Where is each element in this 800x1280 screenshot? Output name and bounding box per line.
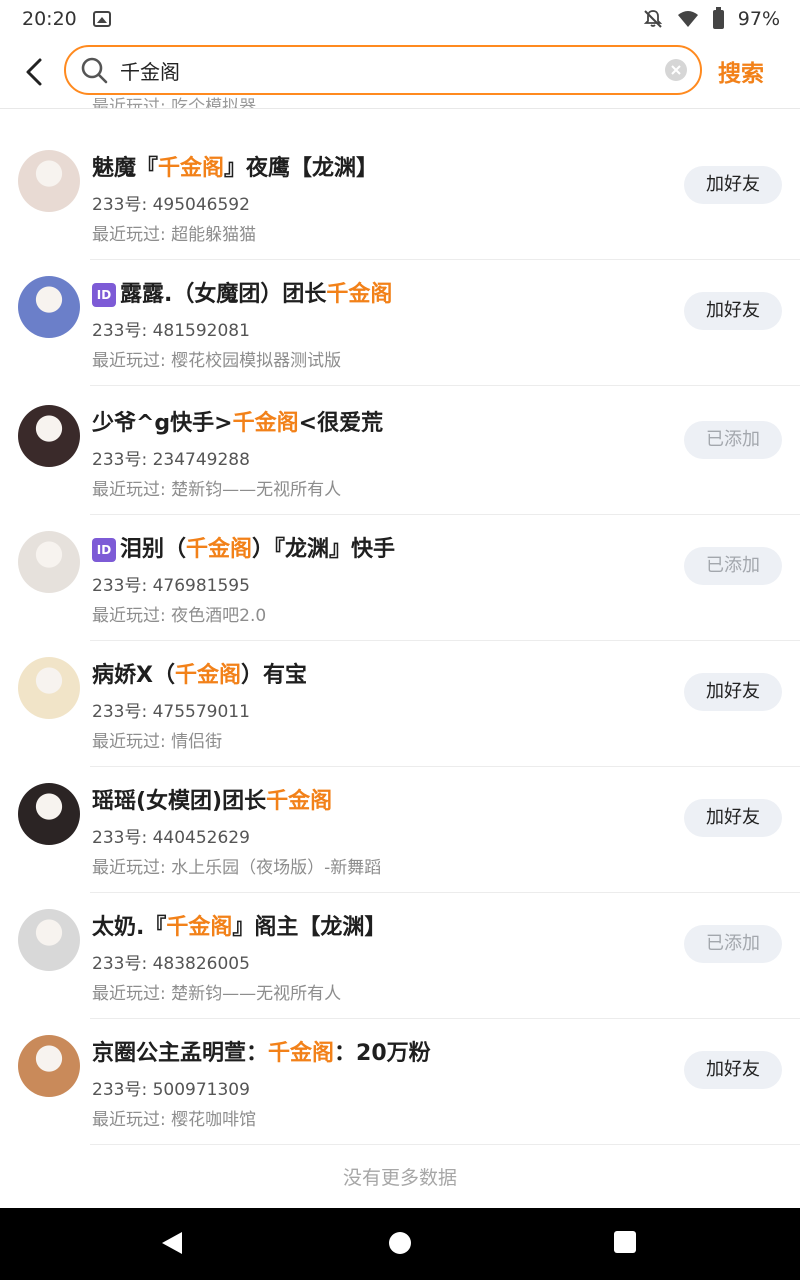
added-status-button[interactable]: 已添加 bbox=[684, 421, 782, 459]
recently-played: 最近玩过: 樱花校园模拟器测试版 bbox=[92, 351, 342, 371]
battery-level: 97% bbox=[737, 8, 780, 30]
id-badge-icon: ID bbox=[92, 538, 116, 562]
search-button[interactable]: 搜索 bbox=[718, 54, 764, 88]
search-icon bbox=[81, 57, 108, 84]
back-arrow-icon[interactable] bbox=[20, 54, 52, 90]
search-query[interactable]: 千金阁 bbox=[120, 56, 664, 85]
user-name: 魅魔『千金阁』夜鹰【龙渊】 bbox=[92, 150, 378, 182]
user-id: 233号: 495046592 bbox=[92, 195, 250, 215]
add-friend-button[interactable]: 加好友 bbox=[684, 673, 782, 711]
user-name-highlight: 千金阁 bbox=[326, 282, 393, 307]
user-name-prefix: 少爷^g快手> bbox=[92, 411, 233, 436]
avatar[interactable] bbox=[18, 276, 80, 338]
add-friend-button[interactable]: 加好友 bbox=[684, 292, 782, 330]
nav-home-icon[interactable] bbox=[389, 1232, 411, 1254]
avatar[interactable] bbox=[18, 405, 80, 467]
user-name: 瑶瑶(女模团)团长千金阁 bbox=[92, 783, 332, 815]
user-result-row[interactable]: 病娇X（千金阁）有宝 233号: 475579011 最近玩过: 情侣街 加好友 bbox=[0, 641, 800, 767]
user-name-suffix: ）有宝 bbox=[240, 663, 307, 688]
user-name: ID 泪别（千金阁）『龙渊』快手 bbox=[92, 531, 395, 563]
user-name-highlight: 千金阁 bbox=[174, 663, 241, 688]
header-divider bbox=[0, 108, 800, 109]
user-name-highlight: 千金阁 bbox=[268, 1041, 335, 1066]
user-name-prefix: 泪别（ bbox=[120, 537, 187, 562]
recently-played: 最近玩过: 楚新钧——无视所有人 bbox=[92, 480, 342, 500]
user-id: 233号: 476981595 bbox=[92, 576, 250, 596]
avatar[interactable] bbox=[18, 150, 80, 212]
user-id: 233号: 481592081 bbox=[92, 321, 250, 341]
clear-icon[interactable] bbox=[664, 58, 688, 82]
recently-played: 最近玩过: 水上乐园（夜场版）-新舞蹈 bbox=[92, 858, 382, 878]
clipped-recent-text: 最近玩过: 吃个模拟器 bbox=[92, 97, 257, 108]
avatar[interactable] bbox=[18, 531, 80, 593]
user-result-row[interactable]: 京圈公主孟明萱：千金阁：20万粉 233号: 500971309 最近玩过: 樱花咖… bbox=[0, 1019, 800, 1145]
user-name-suffix: ）『龙渊』快手 bbox=[252, 537, 396, 562]
wifi-icon bbox=[677, 11, 698, 27]
user-name-prefix: 太奶.『 bbox=[92, 915, 167, 940]
add-friend-button[interactable]: 加好友 bbox=[684, 1051, 782, 1089]
user-name: 京圈公主孟明萱：千金阁：20万粉 bbox=[92, 1035, 431, 1067]
recently-played: 最近玩过: 超能躲猫猫 bbox=[92, 225, 257, 245]
user-name: 太奶.『千金阁』阁主【龙渊】 bbox=[92, 909, 386, 941]
row-divider bbox=[90, 1144, 800, 1145]
user-name-prefix: 瑶瑶(女模团)团长 bbox=[92, 789, 267, 814]
nav-recents-icon[interactable] bbox=[614, 1231, 636, 1253]
row-divider bbox=[90, 385, 800, 386]
user-name-suffix: 』阁主【龙渊】 bbox=[232, 915, 387, 940]
user-name-highlight: 千金阁 bbox=[166, 915, 233, 940]
user-result-row[interactable]: ID 泪别（千金阁）『龙渊』快手 233号: 476981595 最近玩过: 夜色酒吧… bbox=[0, 515, 800, 641]
search-input[interactable]: 千金阁 bbox=[64, 45, 702, 95]
user-name-suffix: ：20万粉 bbox=[334, 1041, 431, 1066]
recently-played: 最近玩过: 樱花咖啡馆 bbox=[92, 1110, 257, 1130]
user-name-suffix: <很爱荒 bbox=[298, 411, 384, 436]
avatar[interactable] bbox=[18, 1035, 80, 1097]
id-badge-icon: ID bbox=[92, 283, 116, 307]
avatar[interactable] bbox=[18, 657, 80, 719]
user-name-highlight: 千金阁 bbox=[158, 156, 225, 181]
user-name-prefix: 病娇X（ bbox=[92, 663, 175, 688]
recently-played: 最近玩过: 夜色酒吧2.0 bbox=[92, 606, 267, 626]
added-status-button[interactable]: 已添加 bbox=[684, 547, 782, 585]
status-bar: 20:20 97% bbox=[0, 0, 800, 38]
user-name-highlight: 千金阁 bbox=[186, 537, 253, 562]
user-name: ID 露露.（女魔团）团长千金阁 bbox=[92, 276, 392, 308]
status-time: 20:20 bbox=[22, 8, 77, 30]
no-more-data-label: 没有更多数据 bbox=[342, 1167, 457, 1189]
bell-off-icon bbox=[643, 10, 662, 28]
added-status-button[interactable]: 已添加 bbox=[684, 925, 782, 963]
user-name-highlight: 千金阁 bbox=[266, 789, 333, 814]
recently-played: 最近玩过: 楚新钧——无视所有人 bbox=[92, 984, 342, 1004]
nav-back-icon[interactable] bbox=[160, 1230, 184, 1256]
user-name: 病娇X（千金阁）有宝 bbox=[92, 657, 307, 689]
user-name: 少爷^g快手>千金阁<很爱荒 bbox=[92, 405, 383, 437]
add-friend-button[interactable]: 加好友 bbox=[684, 166, 782, 204]
user-id: 233号: 440452629 bbox=[92, 828, 250, 848]
user-name-prefix: 京圈公主孟明萱： bbox=[92, 1041, 269, 1066]
user-name-prefix: 露露.（女魔团）团长 bbox=[120, 282, 327, 307]
system-nav-bar bbox=[0, 1208, 800, 1280]
battery-icon bbox=[712, 6, 724, 29]
user-result-row[interactable]: ID 露露.（女魔团）团长千金阁 233号: 481592081 最近玩过: 樱花校园… bbox=[0, 260, 800, 386]
user-result-row[interactable]: 魅魔『千金阁』夜鹰【龙渊】 233号: 495046592 最近玩过: 超能躲猫猫 加… bbox=[0, 134, 800, 260]
user-id: 233号: 483826005 bbox=[92, 954, 250, 974]
user-result-row[interactable]: 少爷^g快手>千金阁<很爱荒 233号: 234749288 最近玩过: 楚新钧——… bbox=[0, 389, 800, 515]
user-id: 233号: 234749288 bbox=[92, 450, 250, 470]
user-id: 233号: 475579011 bbox=[92, 702, 250, 722]
image-notification-icon bbox=[92, 11, 111, 27]
user-name-suffix: 』夜鹰【龙渊】 bbox=[224, 156, 379, 181]
add-friend-button[interactable]: 加好友 bbox=[684, 799, 782, 837]
user-result-row[interactable]: 太奶.『千金阁』阁主【龙渊】 233号: 483826005 最近玩过: 楚新钧——… bbox=[0, 893, 800, 1019]
user-id: 233号: 500971309 bbox=[92, 1080, 250, 1100]
user-name-prefix: 魅魔『 bbox=[92, 156, 159, 181]
avatar[interactable] bbox=[18, 909, 80, 971]
user-name-highlight: 千金阁 bbox=[232, 411, 299, 436]
recently-played: 最近玩过: 情侣街 bbox=[92, 732, 223, 752]
avatar[interactable] bbox=[18, 783, 80, 845]
user-result-row[interactable]: 瑶瑶(女模团)团长千金阁 233号: 440452629 最近玩过: 水上乐园（夜场… bbox=[0, 767, 800, 893]
